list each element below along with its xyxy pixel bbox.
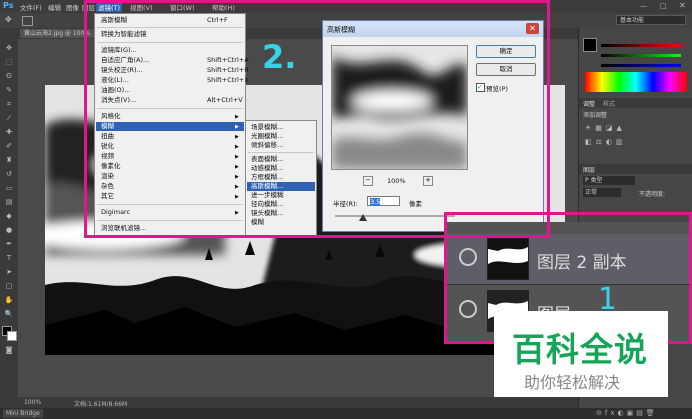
blue-slider[interactable] [601, 64, 681, 67]
marquee-tool-icon[interactable]: ⬚ [4, 58, 14, 66]
document-info: 文档:1.61M/8.66M [74, 401, 128, 408]
menu-image[interactable]: 图像 [66, 2, 79, 12]
move-tool-icon[interactable]: ✥ [4, 44, 14, 52]
history-brush-icon[interactable]: ↺ [4, 170, 14, 178]
watermark-title: 百科全说 [512, 330, 648, 369]
annotation-frame-2 [84, 0, 550, 238]
adjustment-icons[interactable]: ☀▦◪▲ [585, 124, 626, 132]
color-spectrum[interactable] [585, 72, 687, 92]
crop-tool-icon[interactable]: ⌗ [4, 100, 14, 108]
eyedropper-tool-icon[interactable]: ⁄ [4, 114, 14, 122]
menu-file[interactable]: 文件(F) [20, 2, 42, 12]
status-bar: 100% 文档:1.61M/8.66M [18, 397, 578, 408]
brush-tool-icon[interactable]: ✐ [4, 142, 14, 150]
opacity-label: 不透明度: [639, 191, 666, 198]
color-fg-swatch[interactable] [583, 38, 597, 52]
document-tab[interactable]: 黄山云海2.jpg @ 100% [20, 29, 94, 38]
blur-tool-icon[interactable]: ◆ [4, 212, 14, 220]
adjust-tabs: 调整 样式 [579, 98, 692, 108]
move-tool-icon[interactable]: ✥ [5, 15, 12, 24]
watermark-box: 百科全说 助你轻松解决 [494, 311, 668, 397]
type-tool-icon[interactable]: T [4, 254, 14, 262]
layers-header: 图层 [579, 164, 692, 174]
zoom-tool-icon[interactable]: 🔍 [4, 310, 14, 318]
layer-panel-buttons: ⊝fx◐▣▤🗑 [596, 409, 658, 417]
path-select-icon[interactable]: ➤ [4, 268, 14, 276]
ps-logo: Ps [3, 1, 14, 10]
blend-mode-select[interactable]: 正常 [583, 188, 621, 197]
tab-adjust[interactable]: 调整 [583, 99, 595, 108]
window-maximize-icon[interactable]: □ [660, 2, 667, 10]
window-minimize-icon[interactable]: — [640, 2, 647, 10]
adjustment-icons-row2[interactable]: ◧⚖◐▥ [585, 138, 627, 146]
red-slider[interactable] [601, 44, 681, 47]
add-adjustment-label: 添加调整 [583, 112, 608, 119]
mini-bridge-tab[interactable]: Mini Bridge [3, 409, 43, 418]
quick-select-tool-icon[interactable]: ✎ [4, 86, 14, 94]
gradient-tool-icon[interactable]: ▤ [4, 198, 14, 206]
watermark-subtitle: 助你轻松解决 [524, 373, 621, 392]
tab-layers[interactable]: 图层 [583, 165, 595, 174]
green-slider[interactable] [601, 54, 681, 57]
menu-edit[interactable]: 编辑 [48, 2, 61, 12]
hand-tool-icon[interactable]: ✋ [4, 296, 14, 304]
stamp-tool-icon[interactable]: ♜ [4, 156, 14, 164]
auto-select-checkbox[interactable] [22, 16, 33, 26]
shape-tool-icon[interactable]: ▢ [4, 282, 14, 290]
zoom-readout[interactable]: 100% [24, 399, 41, 406]
eraser-tool-icon[interactable]: ▭ [4, 184, 14, 192]
workspace-select[interactable]: 基本功能 [616, 15, 686, 25]
quick-mask-icon[interactable]: ◙ [4, 346, 14, 354]
tool-panel: ✥ ⬚ ʘ ✎ ⌗ ⁄ ✚ ✐ ♜ ↺ ▭ ▤ ◆ ● ✒ T ➤ ▢ ✋ 🔍 … [0, 28, 18, 408]
dodge-tool-icon[interactable]: ● [4, 226, 14, 234]
bottom-bar: Mini Bridge ⊝fx◐▣▤🗑 [0, 408, 692, 419]
window-close-icon[interactable]: ✕ [679, 1, 686, 10]
pen-tool-icon[interactable]: ✒ [4, 240, 14, 248]
layer-kind-filter[interactable]: P 类型 [583, 176, 635, 185]
step-number-2: 2. [262, 38, 297, 76]
background-color-swatch[interactable] [7, 331, 17, 341]
lasso-tool-icon[interactable]: ʘ [4, 72, 14, 80]
tab-styles[interactable]: 样式 [603, 99, 615, 108]
healing-tool-icon[interactable]: ✚ [4, 128, 14, 136]
